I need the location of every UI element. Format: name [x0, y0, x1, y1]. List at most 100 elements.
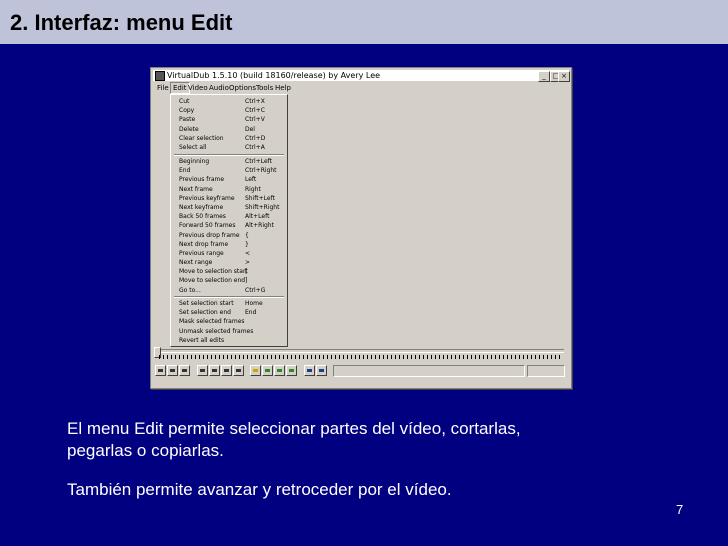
edit-menu-item[interactable]: Previous frame Left — [171, 175, 287, 184]
menu-item-shortcut: Ctrl+V — [245, 116, 265, 124]
body-line-2: pegarlas o copiarlas. — [67, 441, 224, 460]
edit-menu-item[interactable]: Previous range < — [171, 249, 287, 258]
menu-file[interactable]: File — [155, 83, 171, 93]
edit-menu-item[interactable]: Cut Ctrl+X — [171, 97, 287, 106]
menu-item-shortcut: Shift+Right — [245, 203, 280, 211]
edit-menu-item[interactable]: Paste Ctrl+V — [171, 115, 287, 124]
edit-menu-item[interactable]: Delete Del — [171, 125, 287, 134]
edit-menu-item[interactable]: Next drop frame} — [171, 240, 287, 249]
menu-item-shortcut: Alt+Right — [245, 222, 274, 230]
frame-status-field — [333, 365, 525, 377]
edit-menu-item[interactable]: Next keyframe Shift+Right — [171, 203, 287, 212]
edit-menu-item[interactable]: Beginning Ctrl+Left — [171, 157, 287, 166]
scene-back-icon[interactable] — [274, 365, 285, 376]
menu-item-shortcut: Ctrl+G — [245, 286, 266, 294]
menu-item-shortcut: < — [245, 249, 251, 257]
menu-item-label: Next frame — [179, 185, 213, 193]
menu-item-shortcut: Alt+Left — [245, 213, 270, 221]
timeline-slider[interactable] — [153, 347, 567, 361]
next-key-icon[interactable] — [262, 365, 273, 376]
edit-menu-item[interactable]: Set selection end End — [171, 308, 287, 317]
status-panel — [527, 365, 565, 377]
menu-item-label: Move to selection end — [179, 277, 246, 285]
scene-forward-icon[interactable] — [286, 365, 297, 376]
menu-item-label: Set selection end — [179, 309, 231, 317]
app-icon[interactable] — [155, 71, 165, 81]
edit-menu-item[interactable]: Unmask selected frames — [171, 327, 287, 336]
slide-title-bar: 2. Interfaz: menu Edit — [0, 0, 728, 44]
edit-menu-item[interactable]: Set selection start Home — [171, 299, 287, 308]
menu-item-shortcut: Ctrl+D — [245, 134, 266, 142]
menu-item-shortcut: { — [245, 231, 249, 239]
mark-in-icon[interactable] — [304, 365, 315, 376]
edit-menu-item[interactable]: Select all Ctrl+A — [171, 143, 287, 152]
menu-help[interactable]: Help — [273, 83, 293, 93]
menu-separator — [174, 296, 284, 298]
menu-item-label: End — [179, 167, 191, 175]
edit-menu-group-clipboard: Cut Ctrl+X Copy Ctrl+C Paste Ctrl+V Delete Del C… — [171, 97, 287, 152]
end-icon[interactable] — [233, 365, 244, 376]
menu-bar: File Edit Video Audio Options Tools Help — [153, 82, 569, 94]
position-toolbar — [153, 364, 567, 378]
menu-item-shortcut: End — [245, 309, 257, 317]
edit-menu-item[interactable]: Clear selection Ctrl+D — [171, 134, 287, 143]
menu-item-shortcut: Del — [245, 125, 255, 133]
edit-menu-item[interactable]: Move to selection start[ — [171, 267, 287, 276]
menu-item-label: Select all — [179, 143, 207, 151]
edit-menu-item[interactable]: Previous keyframe Shift+Left — [171, 194, 287, 203]
minimize-button[interactable]: _ — [538, 71, 550, 82]
menu-item-label: Back 50 frames — [179, 213, 226, 221]
edit-menu-item[interactable]: Previous drop frame { — [171, 231, 287, 240]
menu-item-label: Next drop frame — [179, 240, 229, 248]
menu-item-shortcut: } — [245, 240, 249, 248]
menu-item-label: Paste — [179, 116, 196, 124]
page-number: 7 — [676, 502, 684, 517]
menu-item-label: Clear selection — [179, 134, 224, 142]
menu-item-label: Set selection start — [179, 300, 234, 307]
menu-item-shortcut: > — [245, 259, 251, 267]
menu-item-label: Move to selection start — [179, 268, 248, 276]
window-titlebar: VirtualDub 1.5.10 (build 18160/release) … — [153, 70, 570, 82]
edit-menu-item[interactable]: Mask selected frames — [171, 317, 287, 326]
menu-item-label: Delete — [179, 125, 199, 133]
back-icon[interactable] — [209, 365, 220, 376]
menu-item-label: Mask selected frames — [179, 318, 245, 326]
menu-item-label: Beginning — [179, 158, 210, 165]
mark-out-icon[interactable] — [316, 365, 327, 376]
menu-item-label: Previous frame — [179, 176, 225, 184]
menu-item-shortcut: Ctrl+Left — [245, 158, 272, 165]
edit-menu-item[interactable]: Back 50 frames Alt+Left — [171, 212, 287, 221]
edit-menu-item[interactable]: Revert all edits — [171, 336, 287, 345]
forward-icon[interactable] — [221, 365, 232, 376]
menu-item-label: Previous range — [179, 249, 224, 257]
menu-item-shortcut: Ctrl+X — [245, 98, 265, 105]
edit-menu-item[interactable]: Move to selection end] — [171, 276, 287, 285]
edit-menu-group-navigation: Beginning Ctrl+Left End Ctrl+Right Previous … — [171, 157, 287, 295]
edit-dropdown-menu: Cut Ctrl+X Copy Ctrl+C Paste Ctrl+V Delete Del C… — [170, 94, 288, 347]
close-button[interactable]: × — [558, 71, 570, 82]
edit-menu-item[interactable]: Forward 50 frames Alt+Right — [171, 221, 287, 230]
edit-menu-item[interactable]: Next range > — [171, 258, 287, 267]
stop-icon[interactable] — [155, 365, 166, 376]
edit-menu-item[interactable]: End Ctrl+Right — [171, 166, 287, 175]
start-icon[interactable] — [197, 365, 208, 376]
menu-item-label: Go to... — [179, 286, 201, 294]
menu-item-label: Cut — [179, 98, 190, 105]
edit-menu-item[interactable]: Next frame Right — [171, 185, 287, 194]
menu-item-shortcut: Shift+Left — [245, 194, 275, 202]
menu-item-label: Next keyframe — [179, 203, 224, 211]
window-title: VirtualDub 1.5.10 (build 18160/release) … — [167, 71, 381, 80]
play-output-icon[interactable] — [179, 365, 190, 376]
play-input-icon[interactable] — [167, 365, 178, 376]
menu-item-shortcut: Left — [245, 176, 257, 184]
menu-item-shortcut: Ctrl+Right — [245, 167, 277, 175]
edit-menu-item[interactable]: Go to... Ctrl+G — [171, 286, 287, 295]
prev-key-icon[interactable] — [250, 365, 261, 376]
menu-item-label: Previous keyframe — [179, 194, 235, 202]
menu-item-shortcut: Ctrl+A — [245, 143, 265, 151]
slide-title: 2. Interfaz: menu Edit — [10, 10, 233, 35]
timeline-track — [156, 349, 564, 353]
edit-menu-item[interactable]: Copy Ctrl+C — [171, 106, 287, 115]
body-line-3: También permite avanzar y retroceder por… — [67, 480, 452, 499]
menu-item-shortcut: Right — [245, 185, 261, 193]
